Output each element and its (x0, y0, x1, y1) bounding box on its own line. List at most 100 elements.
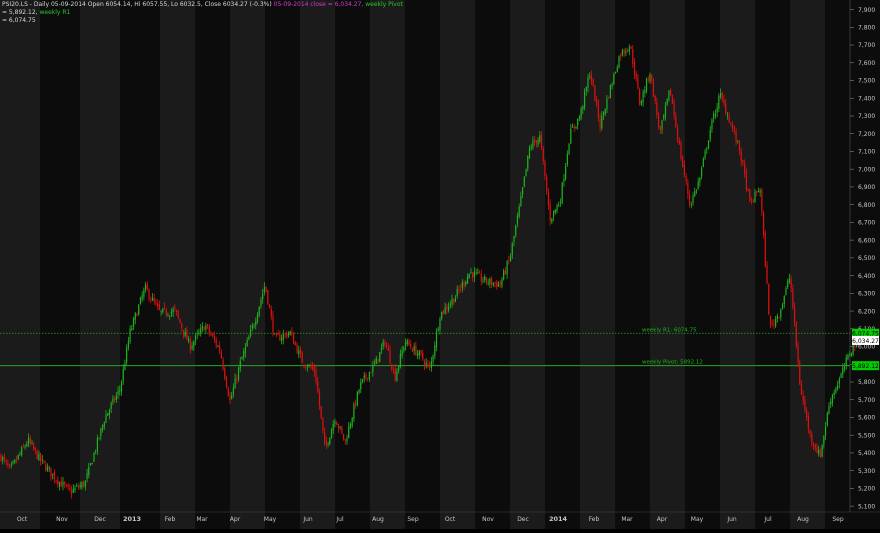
candle-body (437, 328, 439, 331)
y-tick-label: 6,600 (858, 237, 875, 244)
candle-body (79, 485, 81, 488)
candle-body (277, 333, 279, 335)
candle-body (10, 464, 12, 466)
candle-body (830, 401, 832, 405)
x-tick-label: Jul (335, 516, 344, 523)
candle-body (384, 342, 386, 346)
candle-body (694, 191, 696, 197)
candle-body (389, 350, 391, 364)
header-pivot-value: = 5,892.12, (2, 9, 38, 16)
x-tick-label: Jul (763, 516, 772, 523)
candle-body (337, 424, 340, 428)
month-band (790, 0, 825, 529)
candle-body (552, 210, 555, 217)
candle-body (88, 466, 90, 476)
candle-body (802, 395, 804, 401)
candle-body (508, 259, 510, 261)
candle-body (157, 303, 159, 307)
candle-body (91, 463, 93, 465)
candle-body (272, 315, 274, 333)
y-axis: 5,100 5,200 5,300 5,400 5,500 5,600 5,700 5,800… (849, 0, 875, 512)
candle-body (351, 417, 353, 426)
candle-body (608, 97, 610, 99)
candle-body (792, 288, 794, 308)
candle-body (527, 155, 529, 169)
candle-body (177, 312, 179, 318)
candle-body (559, 202, 562, 204)
candle-body (117, 390, 119, 395)
candle-body (167, 315, 169, 316)
x-tick-label: Apr (657, 516, 668, 523)
candle-body (65, 484, 68, 486)
candle-body (511, 243, 513, 256)
y-tick-label: 5,400 (858, 450, 875, 457)
candle-body (754, 191, 756, 203)
candle-body (628, 47, 630, 52)
candle-body (487, 282, 489, 284)
candle-body (186, 330, 188, 341)
candle-body (644, 90, 646, 93)
month-band (720, 0, 755, 529)
y-tick-label: 7,300 (858, 113, 875, 120)
price-chart[interactable]: weekly Pivot: 5892.12weekly R1: 6074.75 … (0, 0, 880, 529)
x-tick-label: Dec (94, 516, 106, 523)
candle-body (19, 453, 21, 455)
candle-body (795, 321, 797, 346)
candle-body (613, 73, 615, 84)
candle-body (521, 187, 524, 195)
candle-body (516, 215, 519, 225)
candle-body (749, 189, 751, 201)
candle-body (775, 318, 777, 326)
candle-body (837, 385, 839, 389)
candle-body (212, 334, 214, 337)
candle-body (757, 191, 760, 193)
header-r1-label: weekly R1 (39, 9, 71, 16)
candle-body (587, 78, 589, 88)
candle-body (422, 352, 424, 360)
x-tick-label: Sep (407, 516, 419, 523)
candle-body (544, 161, 546, 176)
month-band (650, 0, 685, 529)
candle-body (315, 370, 317, 382)
y-tick-label: 6,700 (858, 220, 875, 227)
candle-body (554, 209, 556, 213)
candle-body (3, 456, 6, 460)
candle-body (568, 144, 570, 154)
candle-body (635, 73, 637, 79)
candle-body (463, 282, 465, 286)
candle-body (21, 447, 23, 456)
candle-body (105, 415, 107, 423)
candle-body (713, 113, 715, 119)
candle-body (308, 364, 310, 367)
candle-body (162, 308, 164, 313)
candle-body (404, 342, 407, 346)
x-tick-label: Feb (589, 516, 600, 523)
candle-body (406, 340, 408, 345)
candle-body (286, 334, 288, 337)
month-band (475, 0, 510, 529)
candle-body (666, 98, 668, 105)
candle-body (411, 348, 414, 352)
candle-body (430, 361, 432, 369)
candle-body (571, 127, 574, 128)
candle-body (336, 422, 338, 425)
candle-body (854, 345, 856, 348)
candle-body (816, 447, 818, 454)
candle-body (627, 50, 629, 51)
candle-body (797, 345, 799, 364)
month-band (40, 0, 80, 529)
candle-body (158, 304, 160, 310)
candle-body (332, 424, 334, 431)
candle-body (34, 447, 37, 450)
candle-body (745, 172, 747, 190)
candle-body (821, 444, 823, 457)
candle-body (280, 338, 283, 341)
candle-body (368, 372, 370, 380)
candle-body (320, 405, 322, 418)
candle-body (596, 99, 598, 103)
y-tick-label: 6,800 (858, 202, 875, 209)
candle-body (267, 290, 269, 305)
candle-body (165, 310, 167, 315)
x-tick-label: Jun (302, 516, 313, 523)
candle-body (325, 441, 327, 445)
